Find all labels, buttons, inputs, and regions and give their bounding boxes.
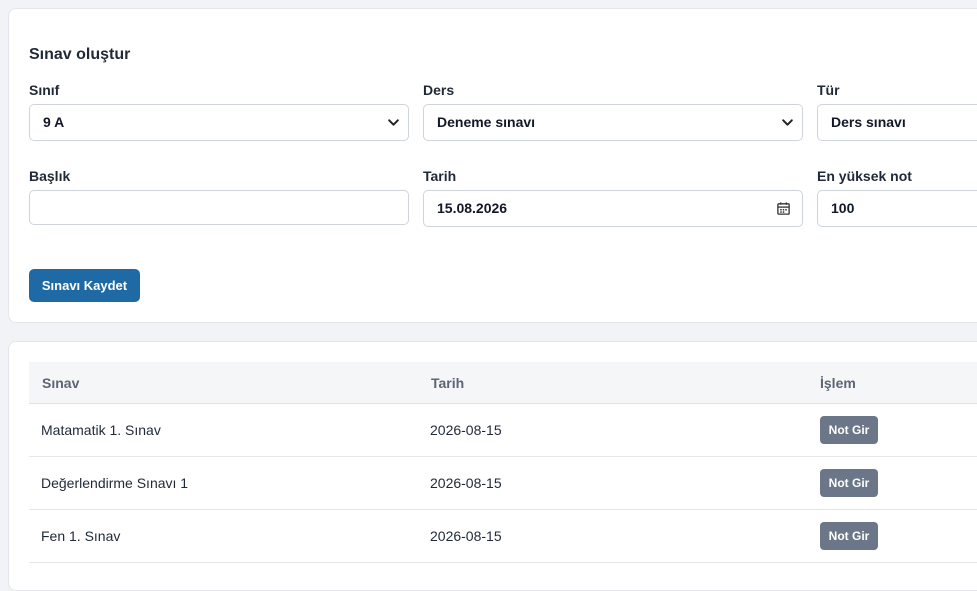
enter-grade-button[interactable]: Not Gir [820,522,878,550]
course-label: Ders [423,82,455,98]
column-header-date: Tarih [431,375,465,391]
exam-list-card: Sınav Tarih İşlem Matamatik 1. Sınav 202… [8,341,977,591]
class-select[interactable]: 9 A [29,104,409,141]
save-exam-button[interactable]: Sınavı Kaydet [29,269,140,302]
max-score-value: 100 [831,200,855,216]
type-select-value: Ders sınavı [831,114,906,130]
exam-date: 2026-08-15 [430,475,502,491]
date-label: Tarih [423,168,457,184]
type-label: Tür [817,82,840,98]
max-score-input[interactable]: 100 [817,190,977,227]
calendar-icon[interactable] [776,201,791,216]
exam-create-card: Sınav oluştur Sınıf 9 A Ders Deneme sına… [8,8,977,323]
column-header-action: İşlem [820,375,856,391]
chevron-down-icon [782,119,793,126]
chevron-down-icon [388,119,399,126]
exam-date: 2026-08-15 [430,528,502,544]
enter-grade-button[interactable]: Not Gir [820,469,878,497]
exam-name: Matamatik 1. Sınav [41,422,161,438]
table-header: Sınav Tarih İşlem [29,362,977,404]
title-input[interactable] [29,190,409,225]
table-row: Fen 1. Sınav 2026-08-15 Not Gir [29,510,977,563]
exam-date: 2026-08-15 [430,422,502,438]
class-select-value: 9 A [43,114,65,130]
course-select[interactable]: Deneme sınavı [423,104,803,141]
table-row: Matamatik 1. Sınav 2026-08-15 Not Gir [29,404,977,457]
title-label: Başlık [29,168,71,184]
column-header-exam: Sınav [42,375,80,391]
type-select[interactable]: Ders sınavı [817,104,977,141]
class-label: Sınıf [29,82,60,98]
max-score-label: En yüksek not [817,168,912,184]
exam-name: Değerlendirme Sınavı 1 [41,475,189,491]
date-input[interactable]: 15.08.2026 [423,190,803,227]
course-select-value: Deneme sınavı [437,114,536,130]
enter-grade-button[interactable]: Not Gir [820,416,878,444]
date-input-value: 15.08.2026 [437,200,508,216]
exam-name: Fen 1. Sınav [41,528,121,544]
card-title: Sınav oluştur [29,46,131,63]
table-row: Değerlendirme Sınavı 1 2026-08-15 Not Gi… [29,457,977,510]
